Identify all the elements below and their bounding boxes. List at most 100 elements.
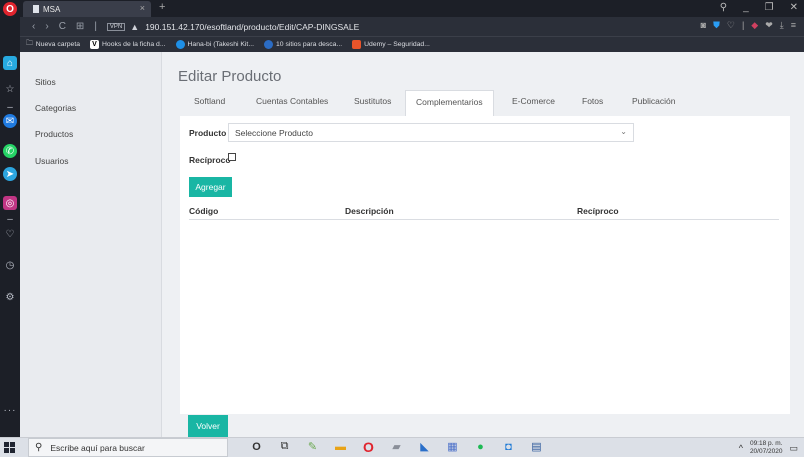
adblock-shield-icon[interactable]: ⛊ xyxy=(713,20,720,31)
forward-icon[interactable]: › xyxy=(45,21,48,32)
app-sidebar: Sitios Categorias Productos Usuarios xyxy=(20,52,162,437)
heart-icon[interactable]: ♡ xyxy=(727,20,735,31)
separator-icon: | xyxy=(741,20,745,30)
instagram-icon[interactable]: ◎ xyxy=(3,196,17,210)
windows-start-icon[interactable] xyxy=(4,442,15,453)
close-window-icon[interactable]: ✕ xyxy=(790,2,798,13)
messenger-icon[interactable]: ✉ xyxy=(3,114,17,128)
search-icon: ⚲ xyxy=(35,442,43,453)
bookmark-item[interactable]: Hana-bi (Takeshi Kit... xyxy=(175,40,255,49)
sidebar-item-usuarios[interactable]: Usuarios xyxy=(35,156,69,166)
tab-softland[interactable]: Softland xyxy=(194,96,225,106)
menu-icon[interactable]: ≡ xyxy=(791,20,796,31)
download-icon[interactable]: ⤓ xyxy=(780,20,784,31)
bookmark-item[interactable]: Udemy – Seguridad... xyxy=(352,40,430,49)
minimize-icon[interactable]: _ xyxy=(743,2,749,13)
taskbar-search-box[interactable]: ⚲ Escribe aquí para buscar xyxy=(28,438,228,457)
teams-icon[interactable]: ▦ xyxy=(446,440,459,453)
new-tab-button[interactable]: + xyxy=(159,1,165,13)
sidebar-item-productos[interactable]: Productos xyxy=(35,129,73,139)
page-favicon-icon xyxy=(33,5,39,13)
telegram-icon[interactable]: ➤ xyxy=(3,167,17,181)
remote-app-icon[interactable]: ◘ xyxy=(502,440,515,453)
tab-cuentas-contables[interactable]: Cuentas Contables xyxy=(256,96,328,106)
browser-tab[interactable]: MSA × xyxy=(23,1,151,17)
settings-gear-icon[interactable]: ⚙ xyxy=(3,290,17,304)
vpn-badge[interactable]: VPN xyxy=(106,22,126,31)
back-icon[interactable]: ‹ xyxy=(32,21,35,32)
taskbar-search-placeholder: Escribe aquí para buscar xyxy=(50,442,145,453)
clock[interactable]: 09:18 p. m. 20/07/2020 xyxy=(750,440,783,456)
reload-icon[interactable]: C xyxy=(59,21,66,32)
heart-icon[interactable]: ♡ xyxy=(3,227,17,241)
extension-icon[interactable]: ◆ xyxy=(751,20,758,31)
volver-button[interactable]: Volver xyxy=(188,415,228,437)
chevron-down-icon: ⌄ xyxy=(620,127,627,136)
agregar-button[interactable]: Agregar xyxy=(189,177,232,197)
bookmark-item[interactable]: 🗀 Nueva carpeta xyxy=(26,39,80,50)
task-view-icon[interactable]: ⧉ xyxy=(278,440,291,453)
producto-select[interactable]: Seleccione Producto ⌄ xyxy=(228,123,634,142)
app-icon[interactable]: ▰ xyxy=(390,440,403,453)
bookmark-favicon-icon xyxy=(352,40,362,49)
windows-taskbar: ⚲ Escribe aquí para buscar O ⧉ ✎ ▬ O ▰ ◣… xyxy=(0,437,804,457)
producto-label: Producto xyxy=(189,128,227,138)
tab-complementarios[interactable]: Complementarios xyxy=(405,90,494,117)
reciproco-label: Recíproco xyxy=(189,155,231,165)
bookmark-label: Udemy – Seguridad... xyxy=(364,41,430,48)
history-clock-icon[interactable]: ◷ xyxy=(3,258,17,272)
tab-title: MSA xyxy=(43,4,61,14)
close-tab-icon[interactable]: × xyxy=(140,3,145,13)
tab-publicacion[interactable]: Publicación xyxy=(632,96,675,106)
opera-taskbar-icon[interactable]: O xyxy=(362,439,375,455)
url-field[interactable]: 190.151.42.170/esoftland/producto/Edit/C… xyxy=(145,22,359,32)
system-tray: ^ 09:18 p. m. 20/07/2020 ▭ xyxy=(739,440,798,456)
tab-fotos[interactable]: Fotos xyxy=(582,96,603,106)
table-header-descripcion[interactable]: Descripción xyxy=(345,206,394,216)
more-icon[interactable]: ··· xyxy=(3,403,17,417)
table-header-reciproco[interactable]: Recíproco xyxy=(577,206,619,216)
home-icon[interactable]: ⌂ xyxy=(3,56,17,70)
table-header-codigo[interactable]: Código xyxy=(189,206,218,216)
bookmark-favicon-icon xyxy=(175,40,185,49)
bookmark-item[interactable]: 10 sitios para desca... xyxy=(264,40,342,49)
window-controls: ⚲ _ ❐ ✕ xyxy=(720,2,798,13)
star-icon[interactable]: ☆ xyxy=(3,82,17,96)
cortana-icon[interactable]: O xyxy=(250,440,263,453)
bookmark-item[interactable]: V Hooks de la ficha d... xyxy=(90,40,166,49)
snapshot-icon[interactable]: ◙ xyxy=(701,20,706,31)
bookmark-label: Hana-bi (Takeshi Kit... xyxy=(187,41,255,48)
sidebar-item-categorias[interactable]: Categorias xyxy=(35,103,76,113)
complementarios-table-header: Código Descripción Recíproco xyxy=(189,204,779,220)
whatsapp-icon[interactable]: ✆ xyxy=(3,144,17,158)
bookmark-label: 10 sitios para desca... xyxy=(276,41,343,48)
restore-icon[interactable]: ❐ xyxy=(765,2,774,13)
reciproco-checkbox[interactable] xyxy=(228,153,236,161)
sidebar-item-sitios[interactable]: Sitios xyxy=(35,77,56,87)
security-warning-icon[interactable]: ▲ xyxy=(130,22,139,32)
product-tabs: Softland Cuentas Contables Sustitutos Co… xyxy=(180,90,790,117)
bookmark-favicon-icon xyxy=(264,40,273,49)
speed-dial-icon[interactable]: ⊞ xyxy=(76,21,84,32)
folder-icon: 🗀 xyxy=(26,40,33,47)
tab-e-comerce[interactable]: E-Comerce xyxy=(512,96,555,106)
divider-icon: – xyxy=(7,213,13,225)
spotify-icon[interactable]: ● xyxy=(474,440,487,453)
search-tabs-icon[interactable]: ⚲ xyxy=(720,2,727,13)
vpn-heart-icon[interactable]: ❤ xyxy=(765,20,773,31)
visual-studio-icon[interactable]: ◣ xyxy=(418,440,431,453)
page-title: Editar Producto xyxy=(178,68,282,85)
paint-icon[interactable]: ✎ xyxy=(306,440,319,453)
chevron-up-icon[interactable]: ^ xyxy=(739,443,743,453)
file-explorer-icon[interactable]: ▬ xyxy=(334,440,347,453)
main-content: Editar Producto Softland Cuentas Contabl… xyxy=(164,52,804,437)
notifications-icon[interactable]: ▭ xyxy=(789,443,798,454)
address-bar: ‹ › C ⊞ | VPN ▲ 190.151.42.170/esoftland… xyxy=(20,17,804,36)
browser-tab-strip: MSA × + ⚲ _ ❐ ✕ xyxy=(20,0,804,17)
tab-sustitutos[interactable]: Sustitutos xyxy=(354,96,391,106)
taskbar-apps: O ⧉ ✎ ▬ O ▰ ◣ ▦ ● ◘ ▤ xyxy=(250,439,543,455)
word-icon[interactable]: ▤ xyxy=(530,440,543,453)
bookmarks-bar: 🗀 Nueva carpeta V Hooks de la ficha d...… xyxy=(20,36,804,52)
opera-logo-icon[interactable]: O xyxy=(3,2,17,16)
separator-icon: | xyxy=(94,21,97,32)
